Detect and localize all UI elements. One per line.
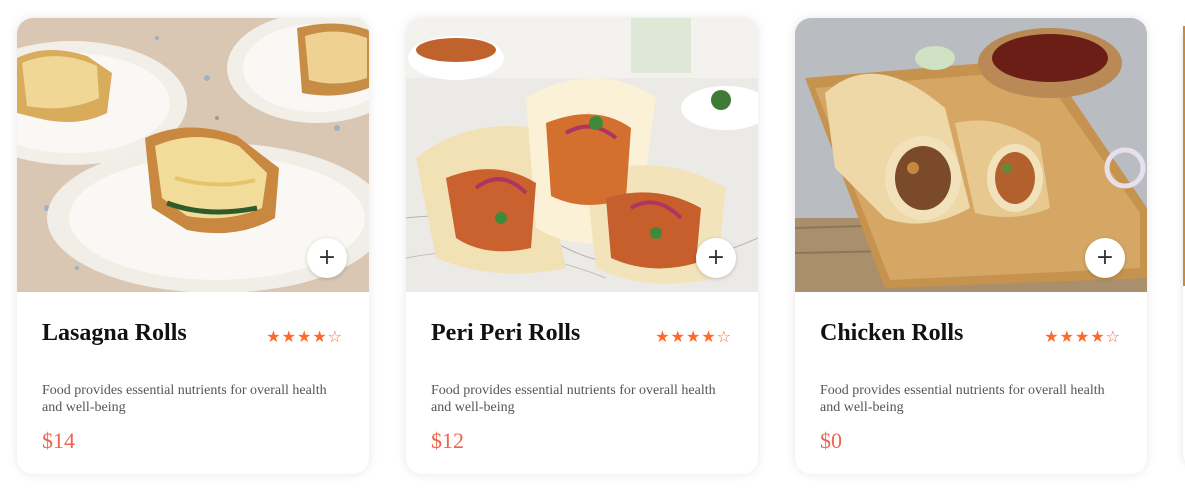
- product-price: $0: [820, 428, 842, 453]
- star-empty-icon: ☆: [716, 327, 732, 346]
- product-description: Food provides essential nutrients for ov…: [42, 383, 327, 415]
- star-filled-icon: ★: [296, 327, 313, 346]
- star-filled-icon: ★: [685, 327, 702, 346]
- star-filled-icon: ★: [1090, 327, 1106, 346]
- product-description: Food provides essential nutrients for ov…: [431, 383, 716, 415]
- star-filled-icon: ★: [655, 327, 671, 346]
- star-filled-icon: ★: [312, 327, 328, 346]
- product-name: Peri Peri Rolls: [431, 320, 581, 346]
- add-to-cart-button[interactable]: +: [307, 238, 347, 278]
- rating-stars: ★★★★☆: [655, 327, 732, 346]
- product-name: Lasagna Rolls: [42, 320, 187, 346]
- add-to-cart-button[interactable]: +: [1085, 238, 1125, 278]
- star-filled-icon: ★: [701, 327, 717, 346]
- star-empty-icon: ☆: [1105, 327, 1121, 346]
- star-empty-icon: ☆: [327, 327, 343, 346]
- star-filled-icon: ★: [266, 327, 282, 346]
- food-card-chicken-rolls[interactable]: + Chicken Rolls ★★★★☆ Food provides esse…: [795, 18, 1147, 474]
- food-card-lasagna-rolls[interactable]: + Lasagna Rolls ★★★★☆ Food provides esse…: [17, 18, 369, 474]
- product-price: $14: [42, 428, 75, 453]
- food-card-peri-peri-rolls[interactable]: + Peri Peri Rolls ★★★★☆ Food provides es…: [406, 18, 758, 474]
- star-filled-icon: ★: [1059, 327, 1075, 346]
- product-name: Chicken Rolls: [820, 320, 964, 346]
- rating-stars: ★★★★☆: [1044, 327, 1121, 346]
- product-price: $12: [431, 428, 464, 453]
- star-filled-icon: ★: [670, 327, 686, 346]
- star-filled-icon: ★: [281, 327, 297, 346]
- rating-stars: ★★★★☆: [266, 327, 343, 346]
- card-body: Lasagna Rolls ★★★★☆ Food provides essent…: [17, 292, 369, 474]
- card-body: Peri Peri Rolls ★★★★☆ Food provides esse…: [406, 292, 758, 474]
- star-filled-icon: ★: [1074, 327, 1091, 346]
- food-cards-row: + Lasagna Rolls ★★★★☆ Food provides esse…: [0, 0, 1185, 493]
- add-to-cart-button[interactable]: +: [696, 238, 736, 278]
- product-description: Food provides essential nutrients for ov…: [820, 383, 1105, 415]
- card-body: Chicken Rolls ★★★★☆ Food provides essent…: [795, 292, 1147, 474]
- star-filled-icon: ★: [1044, 327, 1060, 346]
